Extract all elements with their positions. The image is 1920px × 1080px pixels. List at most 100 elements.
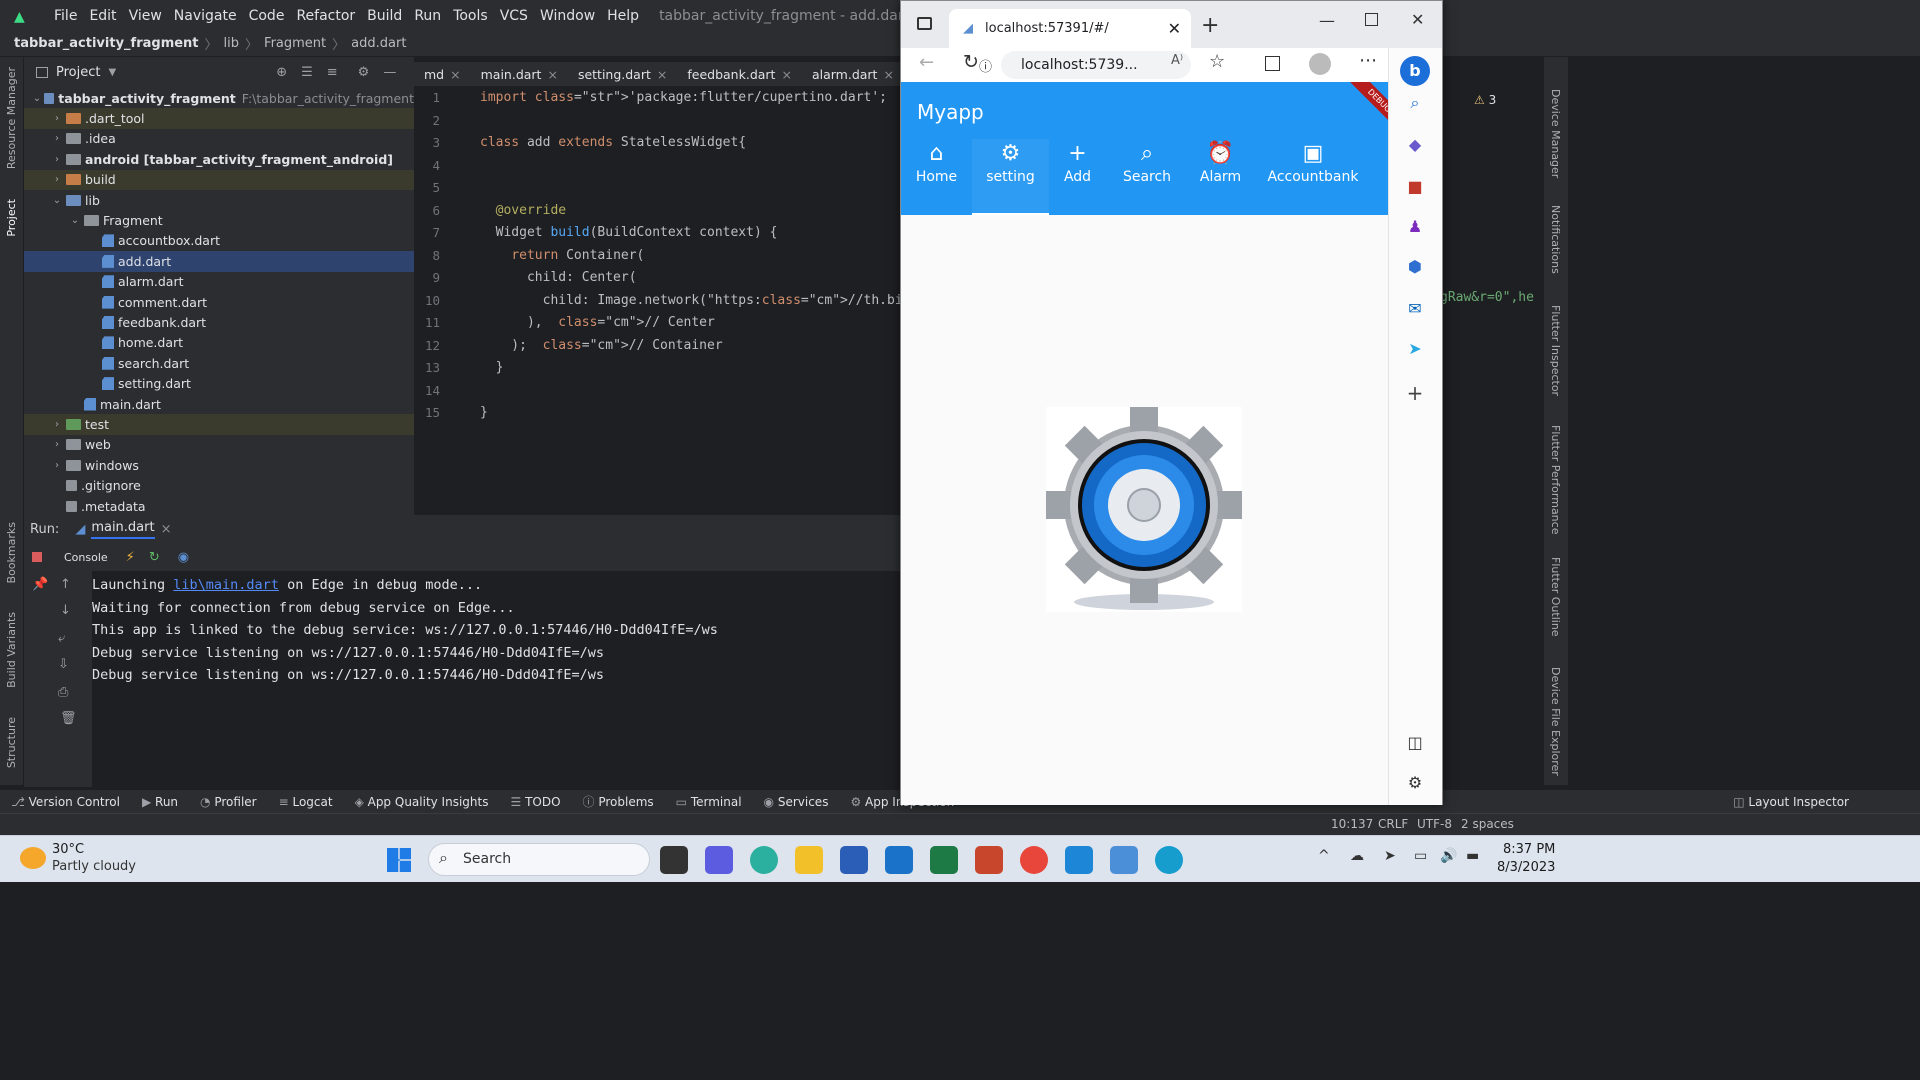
volume-icon[interactable]: 🔊: [1440, 848, 1457, 864]
menu-build[interactable]: Build: [361, 8, 408, 24]
code-line[interactable]: class add extends StatelessWidget{: [480, 135, 746, 150]
tool-device-file-explorer[interactable]: Device File Explorer: [1549, 667, 1562, 776]
code-line[interactable]: Widget build(BuildContext context) {: [480, 225, 778, 240]
menu-refactor[interactable]: Refactor: [290, 8, 361, 24]
code-line[interactable]: ), class="cm">// Center: [480, 315, 715, 330]
main-dart-link[interactable]: lib\main.dart: [173, 577, 279, 593]
menu-help[interactable]: Help: [601, 8, 645, 24]
minimize-icon[interactable]: —: [1319, 11, 1335, 30]
tree-item[interactable]: .metadata: [24, 496, 414, 516]
chevron-down-icon[interactable]: ⌄: [32, 93, 42, 104]
gear-icon[interactable]: ⚙: [358, 65, 370, 80]
word-icon[interactable]: [840, 846, 868, 874]
android-studio-icon[interactable]: [1110, 846, 1138, 874]
pin-icon[interactable]: 📌: [32, 577, 48, 592]
code-line[interactable]: ); class="cm">// Container: [480, 338, 722, 353]
menu-run[interactable]: Run: [408, 8, 447, 24]
locate-icon[interactable]: ⊕: [276, 65, 287, 80]
tab-actions-icon[interactable]: [917, 17, 932, 30]
network-icon[interactable]: ☁: [1350, 848, 1364, 864]
tab-add[interactable]: + Add: [1049, 139, 1106, 215]
tool-flutter-inspector[interactable]: Flutter Inspector: [1549, 305, 1562, 396]
tool-bookmarks[interactable]: Bookmarks: [5, 522, 18, 583]
code-line[interactable]: }: [480, 360, 504, 375]
breadcrumb-lib[interactable]: lib: [224, 36, 239, 51]
browser-tab[interactable]: ◢ localhost:57391/#/ ✕: [949, 9, 1191, 48]
editor-tab[interactable]: alarm.dart ×: [802, 67, 904, 82]
tool-build-variants[interactable]: Build Variants: [5, 612, 18, 688]
tree-item[interactable]: › .idea: [24, 129, 414, 149]
code-line[interactable]: return Container(: [480, 248, 644, 263]
tools-icon[interactable]: ■: [1404, 176, 1426, 198]
editor-tab[interactable]: md ×: [414, 67, 471, 82]
clock-time[interactable]: 8:37 PM: [1503, 842, 1555, 857]
more-icon[interactable]: ⋯: [1359, 50, 1377, 71]
office-icon[interactable]: ⬢: [1404, 256, 1426, 278]
menu-tools[interactable]: Tools: [447, 8, 494, 24]
tool-layout-inspector[interactable]: ◫ Layout Inspector: [1722, 795, 1860, 809]
tree-item[interactable]: comment.dart: [24, 292, 414, 312]
tool-version-control[interactable]: ⎇ Version Control: [0, 795, 131, 809]
edge-icon[interactable]: [750, 846, 778, 874]
code-line[interactable]: @override: [480, 203, 566, 218]
add-icon[interactable]: +: [1404, 382, 1426, 404]
breadcrumb-file[interactable]: add.dart: [351, 36, 406, 51]
arrow-down-icon[interactable]: ↓: [60, 603, 71, 618]
chevron-right-icon[interactable]: ›: [50, 439, 64, 450]
chevron-right-icon[interactable]: ›: [50, 174, 64, 185]
expand-all-icon[interactable]: ☰: [301, 65, 313, 80]
hide-icon[interactable]: —: [383, 65, 396, 80]
tree-item[interactable]: .gitignore: [24, 475, 414, 495]
editor-tab[interactable]: feedbank.dart ×: [677, 67, 802, 82]
tree-item[interactable]: ⌄ tabbar_activity_fragment F:\tabbar_activ…: [24, 88, 414, 108]
location-icon[interactable]: ➤: [1384, 848, 1396, 864]
tool-problems[interactable]: ⓘ Problems: [572, 793, 665, 810]
taskbar-search[interactable]: ⌕ Search: [428, 843, 650, 876]
tree-item[interactable]: › .dart_tool: [24, 108, 414, 129]
stop-icon[interactable]: [32, 552, 42, 562]
close-icon[interactable]: ×: [547, 67, 557, 82]
tool-project[interactable]: Project: [5, 199, 18, 237]
menu-code[interactable]: Code: [243, 8, 291, 24]
menu-vcs[interactable]: VCS: [494, 8, 534, 24]
url-field[interactable]: ⓘ localhost:5739...: [979, 51, 1191, 79]
close-icon[interactable]: ×: [781, 67, 791, 82]
chevron-right-icon[interactable]: ›: [50, 133, 64, 144]
tool-run[interactable]: ▶ Run: [131, 795, 189, 809]
menu-navigate[interactable]: Navigate: [168, 8, 243, 24]
chevron-right-icon[interactable]: ›: [50, 113, 64, 124]
tree-item[interactable]: › web: [24, 435, 414, 455]
devtools-icon[interactable]: ◉: [178, 550, 189, 565]
chevron-up-icon[interactable]: ^: [1318, 848, 1330, 864]
tool-services[interactable]: ◉ Services: [753, 795, 840, 809]
refresh-icon[interactable]: ↻: [963, 51, 979, 73]
breadcrumb-fragment[interactable]: Fragment: [264, 36, 326, 51]
close-icon[interactable]: ×: [450, 67, 460, 82]
menu-edit[interactable]: Edit: [83, 8, 122, 24]
tool-notifications[interactable]: Notifications: [1549, 205, 1562, 274]
tool-todo[interactable]: ☰ TODO: [499, 795, 571, 809]
tool-resource-manager[interactable]: Resource Manager: [5, 67, 18, 169]
chevron-right-icon[interactable]: ›: [50, 460, 64, 471]
editor-tab[interactable]: main.dart ×: [471, 67, 568, 82]
editor-tab[interactable]: setting.dart ×: [568, 67, 677, 82]
weather-desc[interactable]: Partly cloudy: [52, 859, 136, 874]
arrow-up-icon[interactable]: ↑: [60, 577, 71, 592]
line-separator[interactable]: CRLF: [1378, 817, 1408, 831]
chevron-right-icon[interactable]: ›: [50, 419, 64, 430]
print-icon[interactable]: ⎙: [58, 685, 68, 700]
chrome-icon[interactable]: [1020, 846, 1048, 874]
tree-item[interactable]: ⌄ lib: [24, 190, 414, 210]
tab-home[interactable]: ⌂ Home: [901, 139, 972, 215]
code-line[interactable]: import class="str">'package:flutter/cupe…: [480, 90, 887, 105]
chevron-right-icon[interactable]: ›: [50, 154, 64, 165]
code-editor[interactable]: [414, 57, 900, 515]
profile-avatar[interactable]: [1309, 53, 1331, 75]
games-icon[interactable]: ♟: [1404, 216, 1426, 238]
project-panel-title[interactable]: Project: [56, 65, 100, 80]
battery-icon[interactable]: ▬: [1466, 848, 1479, 864]
run-tab-main[interactable]: main.dart: [91, 520, 155, 539]
breadcrumb-project[interactable]: tabbar_activity_fragment: [14, 36, 199, 51]
clock-date[interactable]: 8/3/2023: [1497, 860, 1555, 875]
tab-search[interactable]: ⌕ Search: [1106, 139, 1188, 215]
